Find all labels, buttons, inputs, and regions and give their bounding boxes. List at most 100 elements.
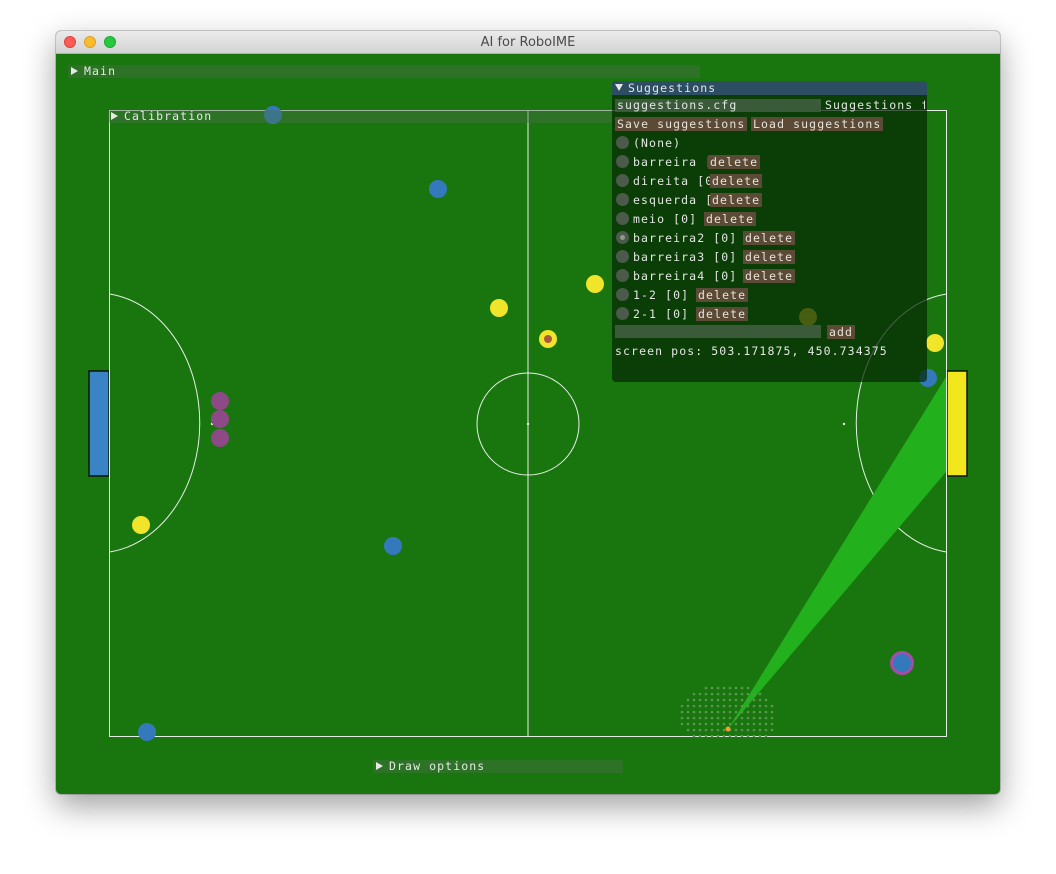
grid-dot: [704, 704, 708, 708]
grid-dot: [698, 728, 702, 732]
grid-dot: [716, 692, 720, 696]
calibration-panel-header[interactable]: Calibration: [108, 110, 612, 123]
yellow-robot: [586, 275, 604, 293]
suggestions-panel-header[interactable]: Suggestions: [612, 81, 927, 95]
grid-dot: [710, 704, 714, 708]
grid-dot: [686, 716, 690, 720]
main-panel-header[interactable]: Main: [68, 65, 700, 78]
grid-dot: [764, 728, 768, 732]
draw-options-panel-header[interactable]: Draw options: [373, 760, 623, 773]
suggestion-radio[interactable]: [616, 193, 629, 206]
grid-dot: [740, 698, 744, 702]
grid-dot: [758, 722, 762, 726]
new-suggestion-input[interactable]: [615, 325, 821, 338]
grid-dot: [710, 716, 714, 720]
delete-suggestion-button[interactable]: delete: [696, 307, 749, 321]
grid-dot: [758, 716, 762, 720]
grid-dot: [728, 704, 732, 708]
grid-dot: [734, 704, 738, 708]
suggestion-radio[interactable]: [616, 288, 629, 301]
add-suggestion-button[interactable]: add: [827, 325, 856, 339]
delete-suggestion-button[interactable]: delete: [743, 250, 796, 264]
grid-dot: [764, 704, 768, 708]
suggestion-radio[interactable]: [616, 250, 629, 263]
grid-dot: [746, 692, 750, 696]
grid-dot: [752, 728, 756, 732]
grid-dot: [770, 710, 774, 714]
grid-dot: [746, 716, 750, 720]
grid-dot: [746, 710, 750, 714]
suggestion-radio[interactable]: [616, 269, 629, 282]
grid-dot: [734, 734, 738, 738]
grid-dot: [698, 734, 702, 738]
window-title: AI for RoboIME: [480, 35, 576, 50]
delete-suggestion-button[interactable]: delete: [710, 193, 763, 207]
grid-dot: [746, 734, 750, 738]
suggestion-radio[interactable]: [616, 231, 629, 244]
calibration-panel-title: Calibration: [124, 109, 213, 123]
grid-dot: [716, 704, 720, 708]
suggestion-radio[interactable]: [616, 212, 629, 225]
grid-dot: [716, 734, 720, 738]
grid-dot: [758, 728, 762, 732]
suggestions-file-label: Suggestions f: [825, 99, 925, 112]
grid-dot: [692, 734, 696, 738]
grid-dot: [728, 716, 732, 720]
suggestions-filename-input[interactable]: suggestions.cfg: [615, 99, 821, 112]
yellow-goal: [946, 370, 968, 477]
suggestion-radio[interactable]: [616, 136, 629, 149]
grid-dot: [734, 692, 738, 696]
grid-dot: [740, 716, 744, 720]
yellow-robot: [490, 299, 508, 317]
suggestion-label: barreira2 [0]: [633, 231, 738, 245]
delete-suggestion-button[interactable]: delete: [696, 288, 749, 302]
suggestion-radio[interactable]: [616, 307, 629, 320]
suggestion-radio[interactable]: [616, 174, 629, 187]
delete-suggestion-button[interactable]: delete: [704, 212, 757, 226]
grid-dot: [722, 722, 726, 726]
grid-dot: [686, 722, 690, 726]
grid-dot: [710, 728, 714, 732]
grid-dot: [722, 710, 726, 714]
grid-dot: [758, 734, 762, 738]
robot-center-mark: [544, 335, 552, 343]
field-canvas[interactable]: Main Calibration Draw options Suggestion…: [56, 54, 1000, 794]
expand-icon: [376, 762, 383, 770]
delete-suggestion-button[interactable]: delete: [743, 231, 796, 245]
grid-dot: [698, 698, 702, 702]
grid-dot: [716, 698, 720, 702]
grid-dot: [770, 716, 774, 720]
load-suggestions-button[interactable]: Load suggestions: [751, 117, 884, 131]
grid-dot: [716, 728, 720, 732]
grid-dot: [734, 728, 738, 732]
grid-dot: [686, 704, 690, 708]
grid-dot: [710, 722, 714, 726]
delete-suggestion-button[interactable]: delete: [708, 155, 761, 169]
grid-dot: [734, 686, 738, 690]
grid-dot: [752, 710, 756, 714]
draw-options-panel-title: Draw options: [389, 759, 486, 773]
grid-dot: [692, 722, 696, 726]
blue-goal: [88, 370, 110, 477]
grid-dot: [728, 698, 732, 702]
suggestion-label: 1-2 [0]: [633, 288, 690, 302]
grid-dot: [704, 734, 708, 738]
suggestion-radio[interactable]: [616, 155, 629, 168]
blue-robot: [429, 180, 447, 198]
grid-dot: [764, 698, 768, 702]
grid-dot: [734, 710, 738, 714]
save-suggestions-button[interactable]: Save suggestions: [615, 117, 748, 131]
delete-suggestion-button[interactable]: delete: [743, 269, 796, 283]
delete-suggestion-button[interactable]: delete: [710, 174, 763, 188]
grid-dot: [740, 686, 744, 690]
grid-dot: [746, 722, 750, 726]
grid-dot: [734, 698, 738, 702]
grid-dot: [710, 692, 714, 696]
grid-dot: [728, 710, 732, 714]
grid-dot: [740, 704, 744, 708]
marker-point: [211, 429, 229, 447]
grid-dot: [692, 716, 696, 720]
grid-dot: [740, 728, 744, 732]
grid-dot: [752, 698, 756, 702]
grid-dot: [770, 728, 774, 732]
